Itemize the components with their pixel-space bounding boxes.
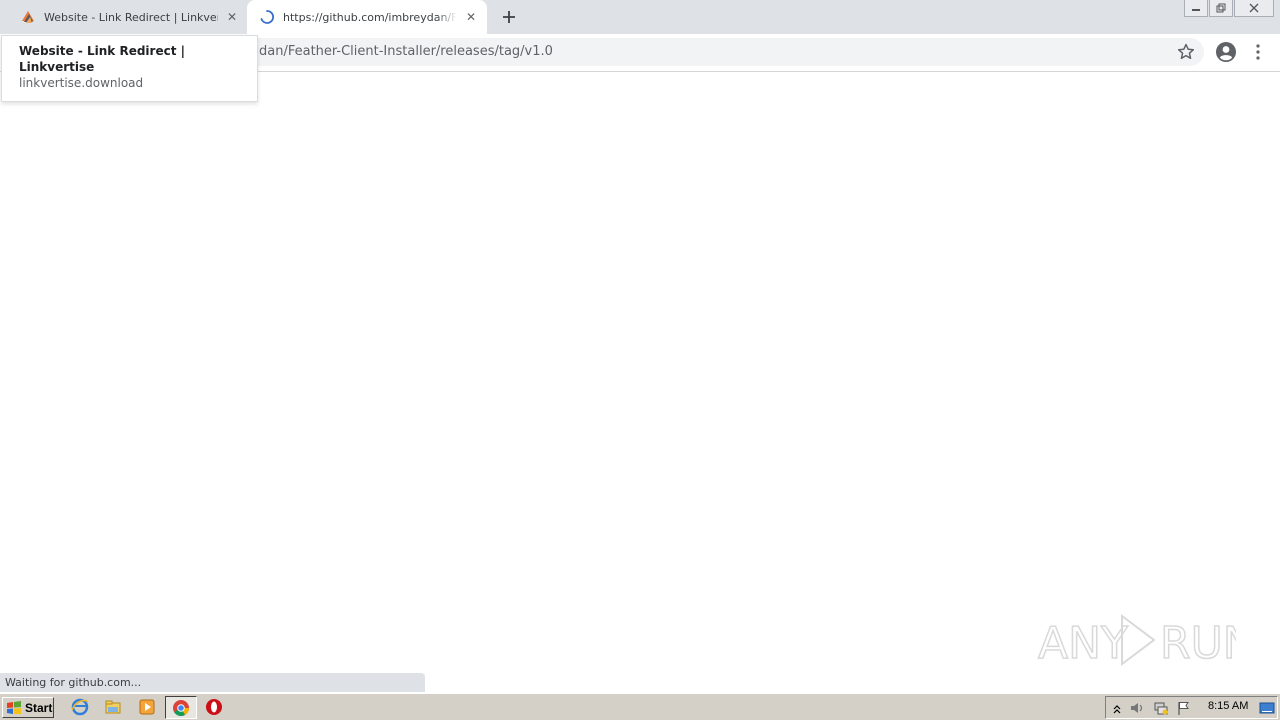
taskbar-clock: 8:15 AM: [1208, 700, 1249, 712]
page-content: [0, 72, 1280, 673]
close-icon: [1249, 3, 1259, 13]
show-hidden-icons-icon[interactable]: [1109, 700, 1125, 716]
explorer-icon[interactable]: [104, 698, 122, 716]
close-tab-icon[interactable]: ✕: [224, 9, 240, 25]
watermark-text-left: ANY: [1038, 618, 1128, 669]
new-tab-button[interactable]: [498, 7, 520, 27]
taskbar: Start 8:15 AM: [0, 693, 1280, 720]
chrome-taskbar-button[interactable]: [165, 696, 197, 719]
ie-icon[interactable]: [71, 698, 89, 716]
chrome-icon: [173, 700, 189, 716]
loading-spinner-icon: [260, 10, 275, 24]
window-controls: [1183, 0, 1274, 18]
windows-logo-icon: [7, 700, 21, 714]
linkvertise-icon: [22, 11, 34, 23]
account-icon[interactable]: [1215, 41, 1237, 63]
address-bar[interactable]: dan/Feather-Client-Installer/releases/ta…: [100, 38, 1204, 66]
media-player-icon[interactable]: [138, 698, 156, 716]
restore-button[interactable]: [1209, 0, 1233, 17]
tab-title: https://github.com/imbreydan/Feath: [283, 10, 457, 24]
restore-icon: [1216, 3, 1226, 13]
start-button[interactable]: Start: [2, 697, 54, 718]
screen: Website - Link Redirect | Linkvertise ✕ …: [0, 0, 1280, 720]
network-icon[interactable]: [1153, 700, 1169, 716]
minimize-button[interactable]: [1184, 0, 1208, 17]
tab-strip: Website - Link Redirect | Linkvertise ✕ …: [0, 0, 1280, 34]
start-label: Start: [25, 700, 53, 715]
close-tab-icon[interactable]: ✕: [463, 9, 479, 25]
tab-title: Website - Link Redirect | Linkvertise: [44, 10, 218, 24]
close-window-button[interactable]: [1234, 0, 1274, 17]
bookmark-star-icon[interactable]: [1176, 42, 1196, 62]
show-desktop-icon[interactable]: [1259, 700, 1275, 716]
system-tray: [1105, 696, 1278, 719]
action-center-flag-icon[interactable]: [1176, 700, 1192, 716]
hover-card-title: Website - Link Redirect | Linkvertise: [19, 44, 186, 74]
address-url: dan/Feather-Client-Installer/releases/ta…: [259, 44, 553, 59]
menu-kebab-icon[interactable]: [1252, 43, 1264, 61]
opera-icon[interactable]: [205, 698, 223, 716]
plus-icon: [503, 11, 515, 23]
anyrun-watermark: ANY RUN: [1037, 614, 1236, 670]
minimize-icon: [1192, 9, 1200, 11]
tab-linkvertise[interactable]: Website - Link Redirect | Linkvertise ✕: [8, 0, 246, 34]
volume-icon[interactable]: [1129, 700, 1145, 716]
watermark-text-right: RUN: [1160, 618, 1236, 669]
tab-github[interactable]: https://github.com/imbreydan/Feath ✕: [247, 0, 487, 34]
status-bubble: Waiting for github.com...: [0, 673, 425, 692]
